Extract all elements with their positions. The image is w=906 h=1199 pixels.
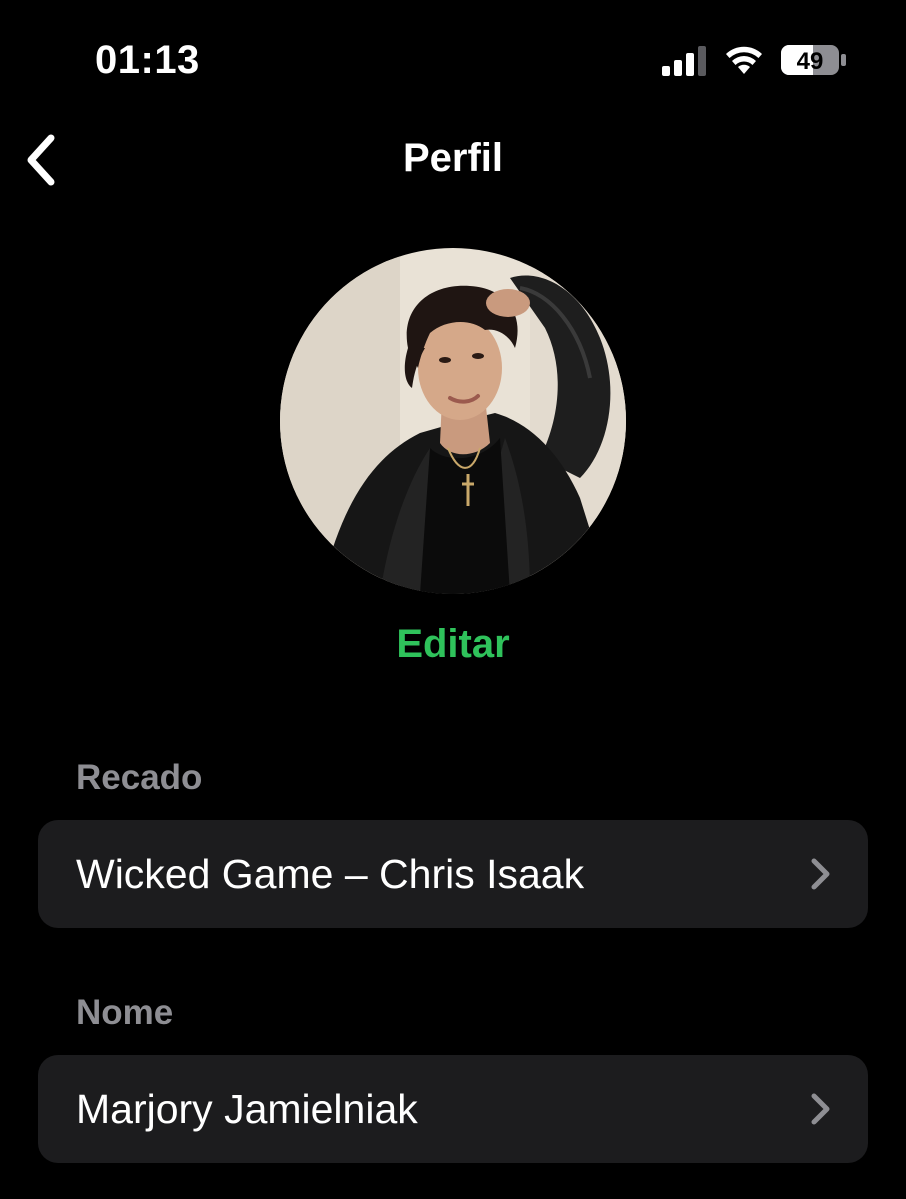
status-value: Wicked Game – Chris Isaak	[76, 850, 585, 897]
wifi-icon	[726, 46, 762, 74]
profile-photo	[280, 248, 626, 594]
profile-avatar[interactable]	[280, 248, 626, 594]
edit-photo-button[interactable]: Editar	[0, 622, 906, 667]
status-time: 01:13	[95, 38, 200, 82]
section-label-status: Recado	[76, 758, 203, 797]
battery-level: 49	[797, 48, 824, 75]
name-row[interactable]: Marjory Jamielniak	[38, 1055, 868, 1163]
section-label-name: Nome	[76, 993, 174, 1032]
page-title: Perfil	[402, 136, 504, 180]
chevron-right-icon	[811, 1093, 830, 1125]
battery-icon: 49	[781, 45, 846, 75]
signal-icon	[662, 46, 706, 76]
name-value: Marjory Jamielniak	[76, 1085, 418, 1132]
chevron-right-icon	[811, 858, 830, 890]
status-row[interactable]: Wicked Game – Chris Isaak	[38, 820, 868, 928]
status-bar: 01:13 49	[0, 0, 906, 120]
